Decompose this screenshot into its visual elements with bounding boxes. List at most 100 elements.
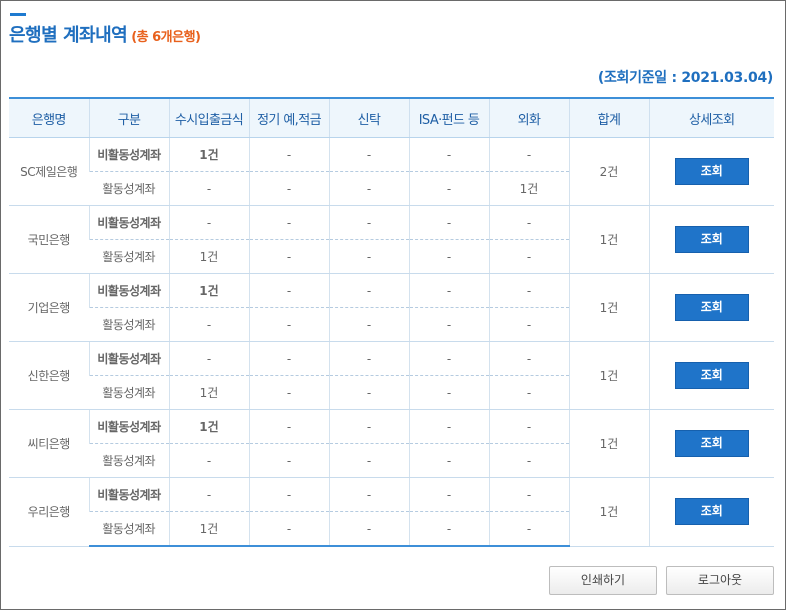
category-active-cell: 활동성계좌 [89, 239, 169, 274]
count-cell: 1건 [168, 137, 249, 172]
count-cell: - [488, 477, 569, 512]
view-button[interactable]: 조회 [674, 430, 749, 457]
inquiry-date-label: (조회기준일 : 2021.03.04) [597, 70, 773, 86]
count-cell: - [408, 205, 489, 240]
total-cell: 2건 [568, 137, 649, 206]
table-row: 우리은행 비활동성계좌 - - - - -1건 조회 [9, 477, 774, 547]
print-button[interactable]: 인쇄하기 [549, 566, 657, 595]
bank-name-cell: 기업은행 [9, 273, 89, 342]
bank-name-cell: 국민은행 [9, 205, 89, 274]
table-header-row: 은행명 구분 수시입출금식 정기 예,적금 신탁 ISA·펀드 등 외화 합계 … [9, 97, 774, 138]
count-cell: - [248, 137, 329, 172]
count-cell: - [488, 409, 569, 444]
category-inactive-cell: 비활동성계좌 [88, 341, 169, 376]
count-cell: - [488, 273, 569, 308]
total-cell: 1건 [568, 273, 649, 342]
count-cell: - [488, 239, 569, 274]
table-row: 씨티은행 비활동성계좌 1건 - - - -1건 조회 [9, 409, 774, 478]
count-cell: - [168, 477, 249, 512]
count-cell: - [408, 273, 489, 308]
count-cell: - [328, 239, 409, 274]
count-cell: - [328, 273, 409, 308]
count-cell: - [248, 477, 329, 512]
count-cell: - [328, 307, 409, 342]
detail-cell: 조회 [648, 477, 774, 547]
count-cell: - [248, 443, 329, 478]
count-cell: - [248, 239, 329, 274]
count-cell: - [328, 205, 409, 240]
col-header-demand-deposit: 수시입출금식 [168, 97, 249, 138]
count-cell: - [248, 409, 329, 444]
category-inactive-cell: 비활동성계좌 [88, 477, 169, 512]
count-cell: - [328, 137, 409, 172]
col-header-time-deposit: 정기 예,적금 [248, 97, 329, 138]
count-cell: - [328, 375, 409, 410]
view-button[interactable]: 조회 [674, 226, 749, 253]
count-cell: - [408, 443, 489, 478]
table-row: SC제일은행 비활동성계좌 1건 - - - -2건 조회 [9, 137, 774, 206]
col-header-isa-fund: ISA·펀드 등 [408, 97, 489, 138]
count-cell: - [488, 205, 569, 240]
count-cell: - [488, 307, 569, 342]
count-cell: 1건 [168, 375, 249, 410]
count-cell: - [248, 273, 329, 308]
count-cell: - [248, 511, 329, 547]
category-active-cell: 활동성계좌 [89, 307, 169, 342]
category-active-cell: 활동성계좌 [89, 171, 169, 206]
count-cell: - [328, 477, 409, 512]
col-header-foreign-currency: 외화 [488, 97, 569, 138]
count-cell: 1건 [488, 171, 569, 206]
count-cell: 1건 [168, 239, 249, 274]
count-cell: 1건 [168, 273, 249, 308]
logout-button[interactable]: 로그아웃 [666, 566, 774, 595]
count-cell: - [328, 443, 409, 478]
count-cell: - [408, 239, 489, 274]
category-active-cell: 활동성계좌 [89, 511, 169, 547]
count-cell: - [248, 375, 329, 410]
count-cell: 1건 [168, 409, 249, 444]
count-cell: - [168, 307, 249, 342]
bank-name-cell: 씨티은행 [9, 409, 89, 478]
total-cell: 1건 [568, 205, 649, 274]
col-header-total: 합계 [568, 97, 649, 138]
view-button[interactable]: 조회 [674, 294, 749, 321]
count-cell: - [168, 205, 249, 240]
view-button[interactable]: 조회 [674, 362, 749, 389]
window-frame: 은행별 계좌내역 (총 6개은행) (조회기준일 : 2021.03.04) 은행… [0, 0, 786, 610]
category-inactive-cell: 비활동성계좌 [88, 205, 169, 240]
total-cell: 1건 [568, 341, 649, 410]
category-active-cell: 활동성계좌 [89, 375, 169, 410]
count-cell: - [168, 443, 249, 478]
count-cell: - [408, 137, 489, 172]
category-inactive-cell: 비활동성계좌 [88, 137, 169, 172]
count-cell: - [248, 307, 329, 342]
bank-name-cell: 신한은행 [9, 341, 89, 410]
count-cell: - [168, 171, 249, 206]
count-cell: - [248, 341, 329, 376]
count-cell: - [328, 341, 409, 376]
count-cell: - [488, 443, 569, 478]
count-cell: - [408, 171, 489, 206]
count-cell: - [488, 341, 569, 376]
detail-cell: 조회 [648, 137, 774, 206]
category-inactive-cell: 비활동성계좌 [88, 273, 169, 308]
page-title: 은행별 계좌내역 (총 6개은행) [9, 21, 201, 47]
table-row: 기업은행 비활동성계좌 1건 - - - -1건 조회 [9, 273, 774, 342]
count-cell: - [488, 375, 569, 410]
category-active-cell: 활동성계좌 [89, 443, 169, 478]
count-cell: - [488, 511, 569, 547]
count-cell: - [248, 171, 329, 206]
count-cell: 1건 [168, 511, 249, 547]
view-button[interactable]: 조회 [674, 498, 749, 526]
table-row: 국민은행 비활동성계좌 - - - - -1건 조회 [9, 205, 774, 274]
bank-count-label: (총 6개은행) [131, 30, 201, 45]
col-header-category: 구분 [88, 97, 169, 138]
count-cell: - [488, 137, 569, 172]
detail-cell: 조회 [648, 409, 774, 478]
view-button[interactable]: 조회 [674, 158, 749, 185]
category-inactive-cell: 비활동성계좌 [88, 409, 169, 444]
total-cell: 1건 [568, 477, 649, 547]
total-cell: 1건 [568, 409, 649, 478]
count-cell: - [328, 171, 409, 206]
col-header-detail: 상세조회 [648, 97, 774, 138]
